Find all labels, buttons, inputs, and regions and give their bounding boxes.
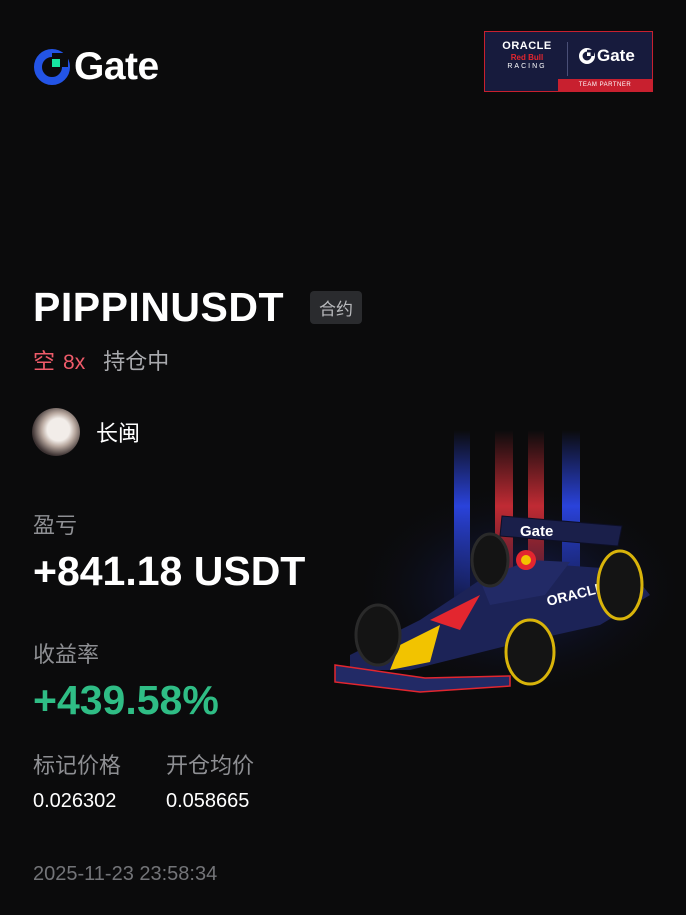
timestamp: 2025-11-23 23:58:34 xyxy=(33,863,218,885)
avatar xyxy=(32,408,80,456)
racing-text: RACING xyxy=(507,63,547,70)
partner-gate-logo: Gate xyxy=(579,46,635,66)
mark-price-value: 0.026302 xyxy=(33,790,117,812)
badge-divider xyxy=(567,42,568,76)
f1-race-car-image: Gate ORACLE xyxy=(334,430,686,700)
position-side: 空 xyxy=(33,349,56,374)
redbull-racing-logo: ORACLE Red Bull RACING xyxy=(491,40,563,70)
team-partner-caption: TEAM PARTNER xyxy=(558,79,652,91)
pnl-label: 盈亏 xyxy=(33,513,78,538)
user-info: 长闽 xyxy=(32,408,140,456)
pnl-value: +841.18 USDT xyxy=(33,548,306,594)
contract-tag: 合约 xyxy=(310,291,363,324)
symbol-title: PIPPINUSDT xyxy=(33,284,285,330)
username: 长闽 xyxy=(96,421,141,446)
car-gate-text: Gate xyxy=(520,523,553,540)
return-rate-value: +439.58% xyxy=(33,677,219,723)
mark-price-label: 标记价格 xyxy=(33,753,122,778)
gate-logo-icon xyxy=(579,48,595,64)
leverage: 8x xyxy=(63,351,86,374)
gate-logo-icon xyxy=(34,48,70,85)
gate-logo: Gate xyxy=(34,47,159,86)
gate-logo-text: Gate xyxy=(74,45,159,88)
redbull-text: Red Bull xyxy=(510,53,544,62)
position-info: 空 8x 持仓中 xyxy=(33,344,169,376)
entry-price-value: 0.058665 xyxy=(166,790,250,812)
partner-gate-text: Gate xyxy=(597,46,635,65)
team-partner-badge: ORACLE Red Bull RACING Gate TEAM PARTNER xyxy=(484,31,653,92)
oracle-text: ORACLE xyxy=(502,40,552,52)
symbol-row: PIPPINUSDT 合约 xyxy=(33,284,363,331)
entry-price-label: 开仓均价 xyxy=(166,753,255,778)
return-rate-label: 收益率 xyxy=(33,642,100,667)
position-status: 持仓中 xyxy=(103,349,170,374)
